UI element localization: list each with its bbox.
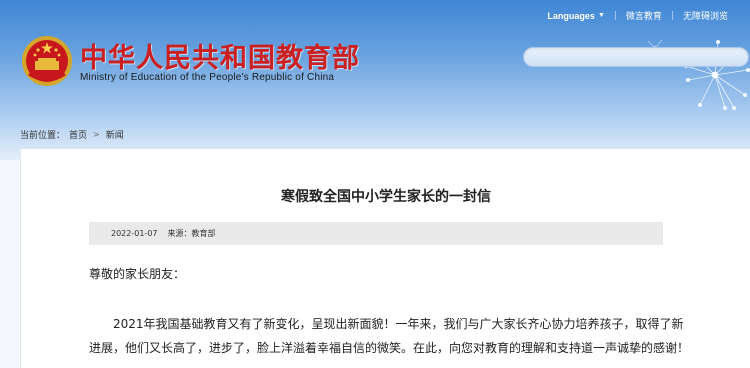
language-selector[interactable]: Languages ▼ <box>547 11 604 21</box>
article-container: 寒假致全国中小学生家长的一封信 2022-01-07 来源：教育部 尊敬的家长朋… <box>20 148 750 368</box>
publish-date: 2022-01-07 <box>111 229 158 238</box>
language-label: Languages <box>547 10 595 21</box>
wechat-education-link[interactable]: 微言教育 <box>626 9 662 22</box>
article-source: 来源：教育部 <box>167 229 216 238</box>
body-line: 2021年我国基础教育又有了新变化，呈现出新面貌！一年来，我们与广大家长齐心协力… <box>113 317 684 331</box>
breadcrumb-prefix: 当前位置： <box>20 131 66 141</box>
top-navigation: Languages ▼ | 微言教育 | 无障碍浏览 <box>547 9 728 23</box>
site-subtitle: Ministry of Education of the People's Re… <box>80 72 335 83</box>
chevron-down-icon: ▼ <box>597 12 605 19</box>
article-meta-bar: 2022-01-07 来源：教育部 <box>89 222 663 245</box>
body-paragraph: 2021年我国基础教育又有了新变化，呈现出新面貌！一年来，我们与广大家长齐心协力… <box>89 312 690 360</box>
article-title: 寒假致全国中小学生家长的一封信 <box>281 189 491 205</box>
accessibility-link[interactable]: 无障碍浏览 <box>683 9 728 22</box>
national-emblem-icon[interactable] <box>20 34 74 88</box>
greeting-paragraph: 尊敬的家长朋友： <box>89 267 186 281</box>
body-line: 进展，他们又长高了，进步了，脸上洋溢着幸福自信的微笑。在此，向您对教育的理解和支… <box>89 341 690 355</box>
dandelion-decoration-icon <box>647 39 750 110</box>
nav-divider: | <box>613 10 617 21</box>
breadcrumb-home-link[interactable]: 首页 <box>69 128 87 141</box>
breadcrumb-news-link[interactable]: 新闻 <box>106 128 124 141</box>
site-title[interactable]: 中华人民共和国教育部 <box>80 36 360 75</box>
breadcrumb: 当前位置： 首页 > 新闻 <box>20 128 124 141</box>
site-header: Languages ▼ | 微言教育 | 无障碍浏览 中华人民共和国教育部 Mi… <box>0 0 750 160</box>
search-input[interactable] <box>523 47 749 67</box>
chevron-right-icon: > <box>93 130 100 139</box>
nav-divider: | <box>670 10 674 21</box>
